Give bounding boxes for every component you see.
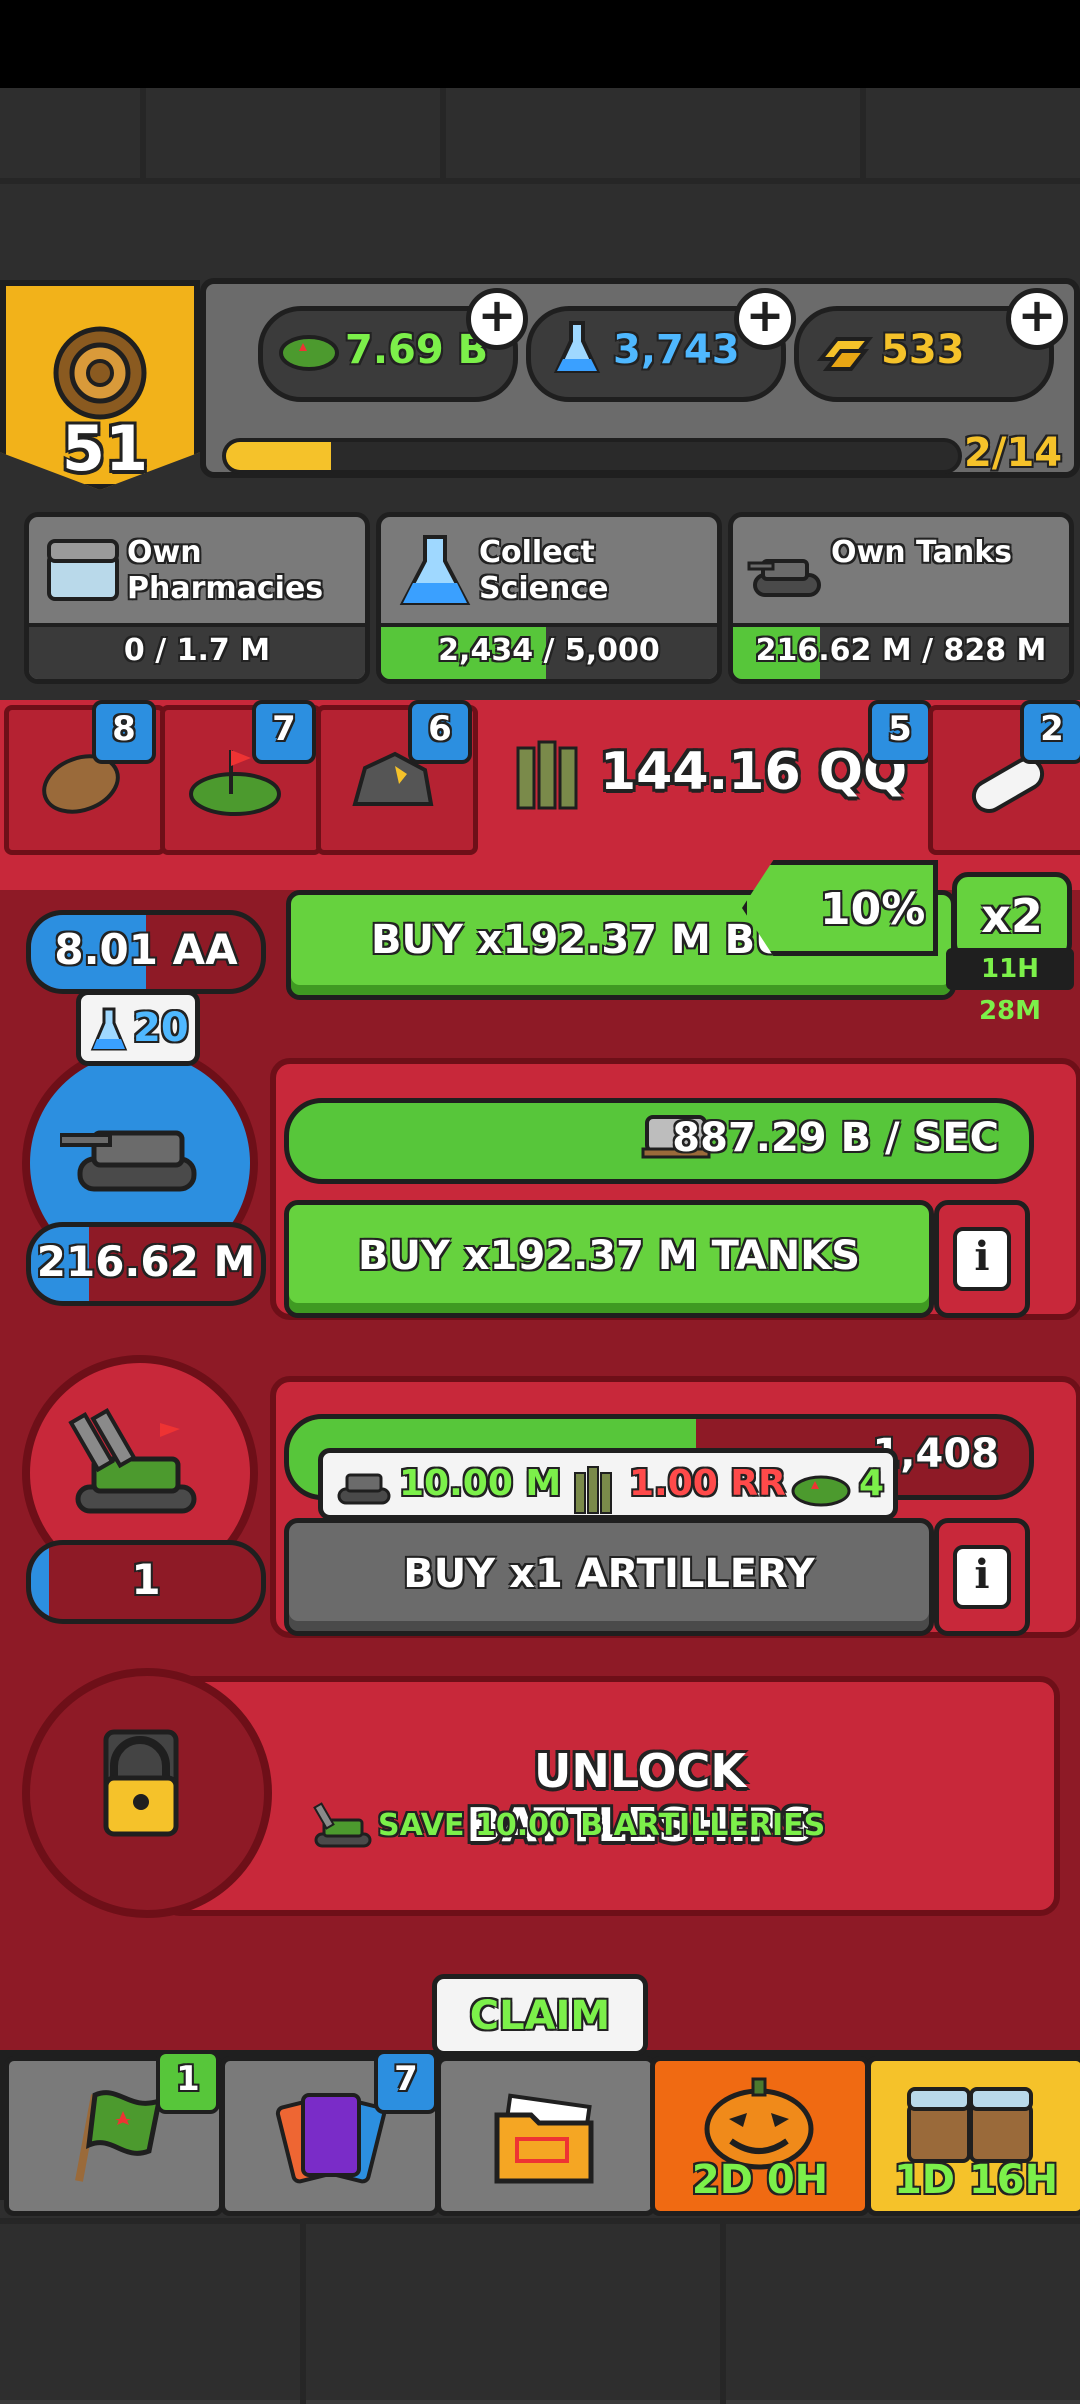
battleships-subtitle: SAVE 10.00 B ARTILLERIES bbox=[378, 1808, 826, 1843]
level-progress-text: 2/14 bbox=[964, 430, 1063, 476]
goal-label-line2: Science bbox=[479, 571, 609, 606]
add-science-button[interactable]: + bbox=[734, 288, 796, 350]
add-cash-button[interactable]: + bbox=[466, 288, 528, 350]
cards-icon bbox=[275, 2093, 387, 2184]
resource-badge: 6 bbox=[408, 700, 472, 764]
flask-icon bbox=[553, 321, 601, 373]
tanks-info-button[interactable]: i bbox=[934, 1200, 1030, 1318]
science-value: 3,743 bbox=[613, 327, 740, 373]
pharmacy-chest-icon bbox=[47, 539, 119, 601]
ammo-icon bbox=[516, 740, 578, 810]
artillery-icon bbox=[68, 1408, 197, 1514]
ammo-icon bbox=[574, 1466, 612, 1514]
tank-count: 216.62 M bbox=[26, 1222, 266, 1306]
missions-badge: 1 bbox=[156, 2050, 220, 2114]
buy-tanks-label: BUY x192.37 M TANKS bbox=[357, 1233, 861, 1279]
gold-bars-icon bbox=[816, 337, 874, 371]
locked-battleship-icon bbox=[103, 1729, 179, 1837]
goal-label-line1: Own bbox=[127, 535, 202, 570]
army-cap-icon bbox=[279, 335, 339, 371]
artillery-count-text: 1 bbox=[131, 1555, 161, 1604]
artillery-info-button[interactable]: i bbox=[934, 1518, 1030, 1636]
chest-timer: 1D 16H bbox=[893, 2157, 1059, 2203]
claim-button[interactable]: CLAIM bbox=[432, 1974, 648, 2056]
chest-offer-button[interactable]: 1D 16H bbox=[866, 2056, 1080, 2216]
level-progress-fill bbox=[226, 442, 331, 470]
tank-icon bbox=[747, 559, 821, 597]
halloween-event-button[interactable]: 2D 0H bbox=[650, 2056, 870, 2216]
science-badge: 20 bbox=[76, 990, 200, 1066]
flag-icon bbox=[75, 2090, 163, 2182]
boost-text: x2 bbox=[981, 889, 1043, 943]
cards-badge: 7 bbox=[374, 2050, 438, 2114]
buy-tanks-button[interactable]: BUY x192.37 M TANKS bbox=[284, 1200, 934, 1318]
boost-button[interactable]: x2 bbox=[952, 872, 1072, 960]
gold-value: 533 bbox=[881, 327, 965, 373]
goal-label-line1: Own Tanks bbox=[831, 535, 1013, 570]
pumpkin-icon bbox=[704, 2077, 814, 2170]
goal-progress-text: 0 / 1.7 M bbox=[123, 633, 271, 668]
goal-card-pharmacies[interactable]: Own Pharmacies 0 / 1.7 M bbox=[24, 512, 370, 684]
boost-timer: 11H 28M bbox=[946, 948, 1074, 1026]
info-icon: i bbox=[953, 1545, 1011, 1609]
status-bar bbox=[0, 0, 1080, 88]
dossier-button[interactable] bbox=[436, 2056, 656, 2216]
folder-icon bbox=[494, 2093, 594, 2184]
bunker-count-text: 8.01 AA bbox=[54, 925, 238, 974]
tank-count-text: 216.62 M bbox=[36, 1237, 256, 1286]
info-icon: i bbox=[953, 1227, 1011, 1291]
flask-icon bbox=[90, 1007, 128, 1051]
ammo-value: 144.16 QQ bbox=[600, 742, 908, 802]
science-badge-value: 20 bbox=[133, 1005, 189, 1051]
army-cap-icon bbox=[791, 1475, 851, 1507]
resource-badge: 8 bbox=[92, 700, 156, 764]
goal-progress-bar: 0 / 1.7 M bbox=[29, 623, 365, 679]
tank-rate-bar: 887.29 B / SEC bbox=[284, 1098, 1034, 1184]
goal-label-line2: Pharmacies bbox=[127, 571, 324, 606]
artillery-icon bbox=[313, 1802, 372, 1848]
artillery-count: 1 bbox=[26, 1540, 266, 1624]
cost-tanks: 10.00 M bbox=[399, 1463, 562, 1504]
level-progress-bar bbox=[222, 438, 962, 474]
tank-icon bbox=[337, 1473, 391, 1505]
goal-progress-bar: 216.62 M / 828 M bbox=[733, 623, 1069, 679]
event-timer: 2D 0H bbox=[691, 2157, 829, 2203]
goal-label-line1: Collect bbox=[479, 535, 595, 570]
tank-rate-text: 887.29 B / SEC bbox=[672, 1115, 999, 1161]
resource-badge: 7 bbox=[252, 700, 316, 764]
goal-progress-bar: 2,434 / 5,000 bbox=[381, 623, 717, 679]
cost-ammo: 1.00 RR bbox=[629, 1463, 786, 1504]
flask-icon bbox=[399, 535, 471, 605]
bunker-count: 8.01 AA bbox=[26, 910, 266, 994]
tank-icon bbox=[60, 1130, 197, 1192]
cash-value: 7.69 B bbox=[345, 327, 489, 373]
cost-cash: 4 bbox=[859, 1463, 885, 1504]
buy-artillery-button[interactable]: BUY x1 ARTILLERY bbox=[284, 1518, 934, 1636]
battleships-avatar bbox=[22, 1668, 272, 1918]
resource-badge: 5 bbox=[868, 700, 932, 764]
buy-artillery-label: BUY x1 ARTILLERY bbox=[403, 1551, 815, 1597]
goal-card-tanks[interactable]: Own Tanks 216.62 M / 828 M bbox=[728, 512, 1074, 684]
goal-progress-text: 216.62 M / 828 M bbox=[755, 633, 1047, 668]
level-number: 51 bbox=[61, 412, 149, 485]
add-gold-button[interactable]: + bbox=[1006, 288, 1068, 350]
goal-card-science[interactable]: Collect Science 2,434 / 5,000 bbox=[376, 512, 722, 684]
claim-label: CLAIM bbox=[469, 1993, 611, 2039]
discount-text: 10% bbox=[820, 884, 926, 935]
resource-badge: 2 bbox=[1020, 700, 1080, 764]
goal-progress-text: 2,434 / 5,000 bbox=[438, 633, 660, 668]
artillery-cost-tooltip: 10.00 M 1.00 RR 4 bbox=[318, 1448, 898, 1520]
